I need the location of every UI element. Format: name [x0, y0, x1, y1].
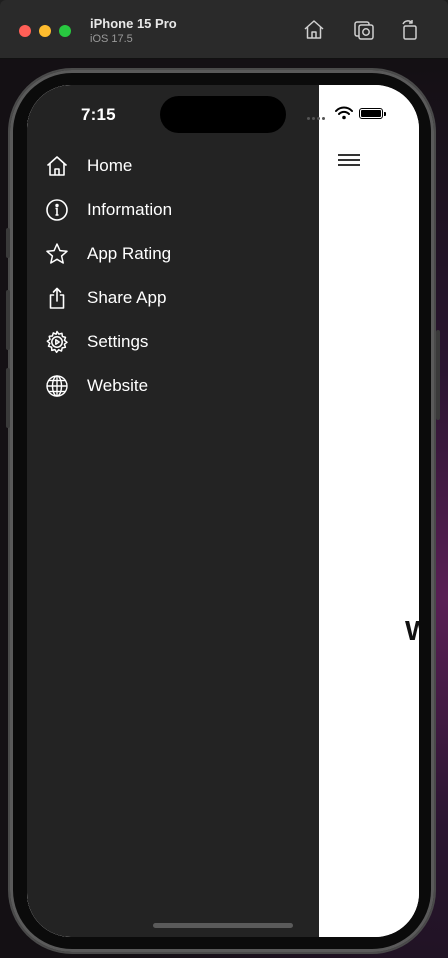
close-window-button[interactable] [19, 25, 31, 37]
content-heading-fragment: W [405, 615, 419, 646]
action-button [6, 228, 10, 258]
volume-down-button [6, 368, 10, 428]
drawer-item-app-rating[interactable]: App Rating [27, 232, 319, 276]
rotate-icon [402, 20, 417, 40]
gear-icon [45, 330, 69, 354]
drawer-item-information[interactable]: Information [27, 188, 319, 232]
share-icon [45, 286, 69, 310]
globe-icon [45, 374, 69, 398]
volume-up-button [6, 290, 10, 350]
drawer-item-website[interactable]: Website [27, 364, 319, 408]
status-time: 7:15 [81, 105, 116, 124]
info-icon [45, 198, 69, 222]
drawer-item-label: Website [87, 376, 149, 395]
os-version: iOS 17.5 [90, 33, 133, 45]
home-icon [45, 154, 69, 178]
signal-dots [307, 117, 327, 121]
drawer-item-share-app[interactable]: Share App [27, 276, 319, 320]
dynamic-island [160, 96, 286, 133]
hamburger-menu-icon[interactable] [338, 154, 360, 168]
simulator-rotate-button[interactable] [398, 18, 422, 42]
simulator-home-button[interactable] [302, 18, 326, 42]
zoom-window-button[interactable] [59, 25, 71, 37]
simulator-screenshot-button[interactable] [352, 18, 376, 42]
drawer-menu: Home Information App Rating Share App Se… [27, 144, 319, 408]
drawer-item-home[interactable]: Home [27, 144, 319, 188]
drawer-item-label: App Rating [87, 244, 172, 263]
home-indicator[interactable] [153, 923, 293, 928]
battery-icon [359, 108, 383, 119]
power-button [436, 330, 440, 420]
drawer-item-label: Settings [87, 332, 149, 351]
drawer-item-settings[interactable]: Settings [27, 320, 319, 364]
home-icon [304, 20, 324, 39]
screenshot-icon [354, 21, 374, 40]
side-drawer: 7:15 Home Information App Rating Share A… [27, 85, 319, 937]
wifi-icon [335, 106, 353, 120]
simulator-titlebar: iPhone 15 Pro iOS 17.5 [0, 0, 448, 59]
device-name: iPhone 15 Pro [90, 16, 177, 31]
drawer-item-label: Information [87, 200, 173, 219]
star-icon [45, 242, 69, 266]
drawer-item-label: Home [87, 156, 133, 175]
minimize-window-button[interactable] [39, 25, 51, 37]
drawer-item-label: Share App [87, 288, 167, 307]
phone-screen: W 7:15 Home Information App Rating Share… [27, 85, 419, 937]
